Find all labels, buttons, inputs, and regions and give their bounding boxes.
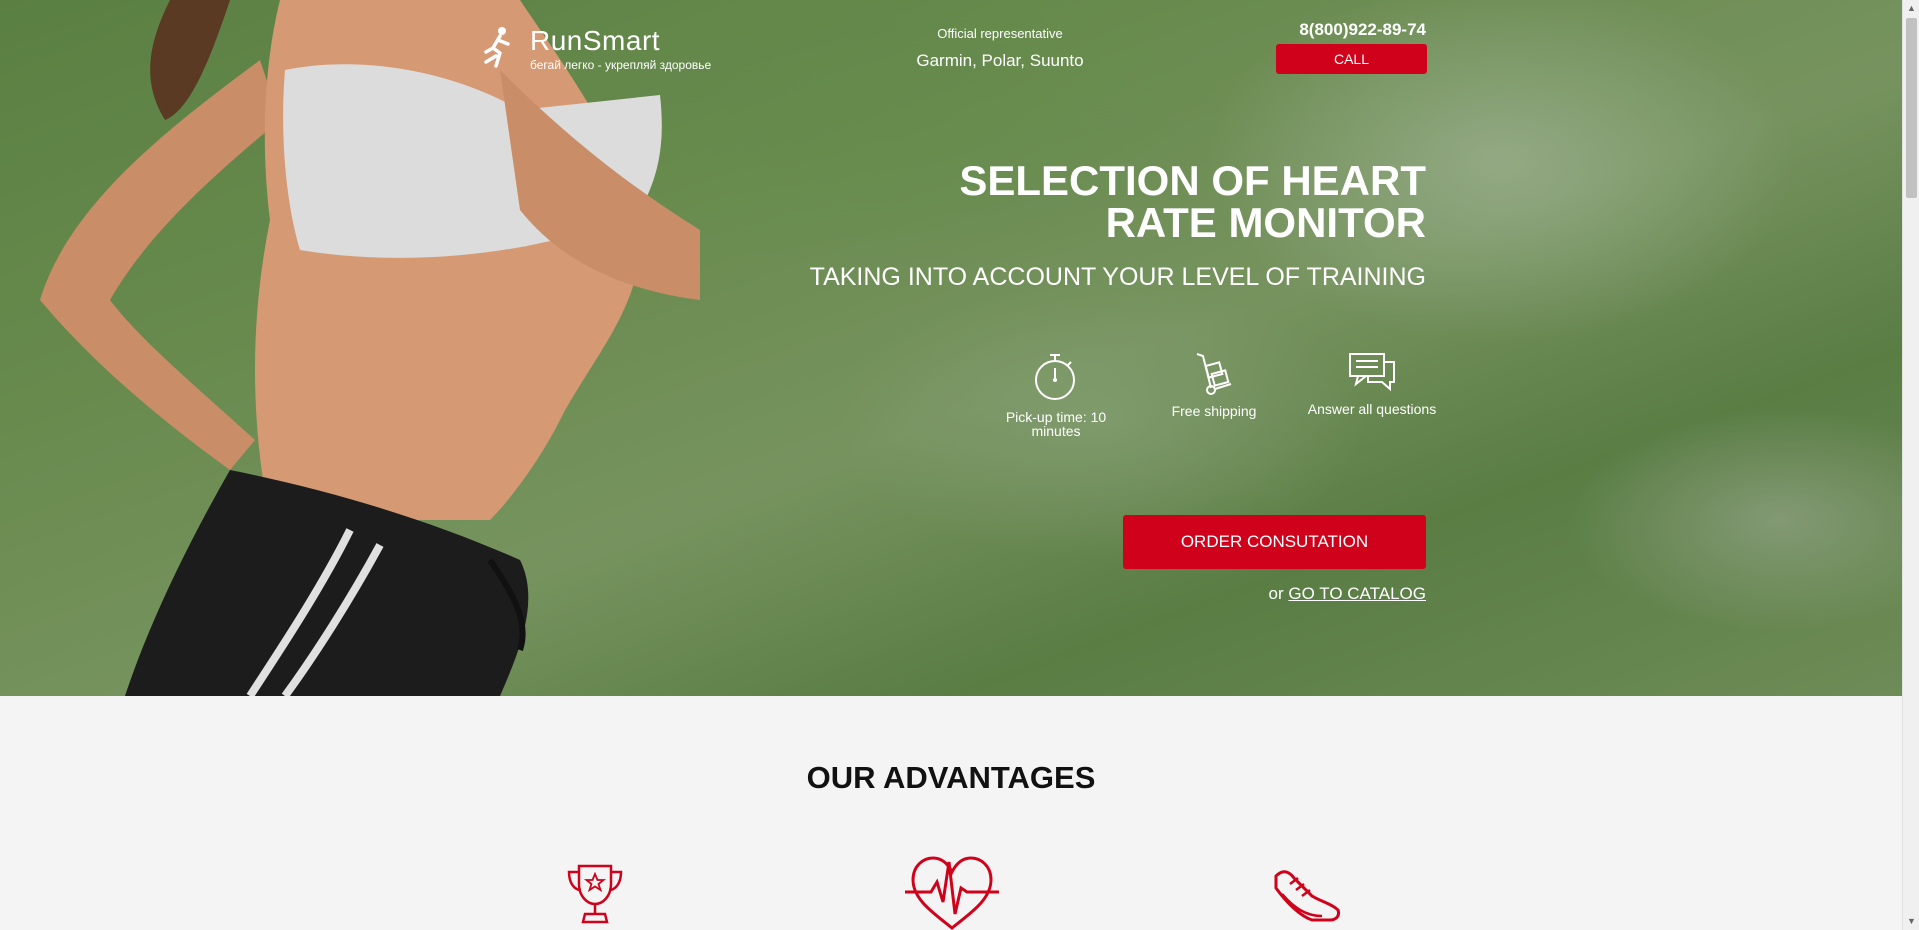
scroll-down-icon[interactable]: ▼ [1903, 913, 1919, 930]
logo-title: RunSmart [530, 25, 661, 56]
trophy-icon [567, 864, 623, 924]
scroll-thumb[interactable] [1906, 18, 1917, 198]
feature-label: Answer all questions [1307, 401, 1437, 417]
feature-label: Pick-up time: 10 minutes [1005, 409, 1107, 439]
or-text: or [1268, 584, 1284, 603]
logo-text: RunSmart бегай легко - укрепляй здоровье [530, 25, 712, 73]
scrollbar[interactable]: ▲ ▼ [1902, 0, 1919, 930]
heartbeat-icon [905, 856, 999, 930]
rep-label: Official representative [937, 26, 1063, 41]
hand-truck-icon [1196, 353, 1232, 395]
feature-shipping: Free shipping [1149, 352, 1279, 418]
official-representative: Official representative Garmin, Polar, S… [880, 26, 1120, 71]
hero-subtitle: TAKING INTO ACCOUNT YOUR LEVEL OF TRAINI… [809, 263, 1426, 291]
scroll-up-icon[interactable]: ▲ [1903, 0, 1919, 17]
runner-logo-icon [484, 27, 510, 68]
feature-pickup: Pick-up time: 10 minutes [991, 352, 1121, 438]
stopwatch-icon [1035, 354, 1075, 400]
sneaker-icon [1274, 870, 1340, 922]
chat-bubbles-icon [1349, 353, 1395, 392]
hero-title: SELECTION OF HEART RATE MONITOR [959, 157, 1426, 246]
rep-brands: Garmin, Polar, Suunto [916, 51, 1084, 70]
order-consultation-button[interactable]: ORDER CONSUTATION [1123, 515, 1426, 569]
hero-section: RunSmart бегай легко - укрепляй здоровье… [0, 0, 1902, 696]
logo-subtitle: бегай легко - укрепляй здоровье [530, 58, 712, 72]
page: RunSmart бегай легко - укрепляй здоровье… [0, 0, 1902, 930]
go-to-catalog-link[interactable]: GO TO CATALOG [1288, 584, 1426, 603]
phone-number[interactable]: 8(800)922-89-74 [1276, 20, 1426, 40]
catalog-line: or GO TO CATALOG [1180, 584, 1426, 604]
feature-questions: Answer all questions [1307, 352, 1437, 416]
runner-photo [40, 0, 700, 696]
call-button[interactable]: CALL [1276, 44, 1427, 74]
feature-label: Free shipping [1171, 403, 1257, 419]
advantages-title: OUR ADVANTAGES [806, 760, 1096, 795]
logo[interactable]: RunSmart бегай легко - укрепляй здоровье [478, 26, 711, 72]
